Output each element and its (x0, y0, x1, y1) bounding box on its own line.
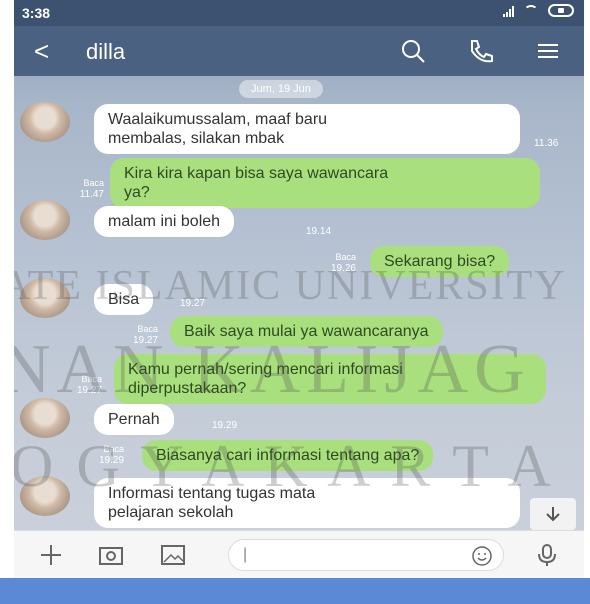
read-receipt: Baca (137, 324, 158, 334)
search-icon[interactable] (399, 37, 427, 65)
emoji-icon[interactable] (471, 545, 493, 567)
message-text: Baik saya mulai ya wawancaranya (184, 323, 429, 340)
plus-icon[interactable] (38, 543, 64, 567)
message-time: 11.47 (79, 189, 104, 200)
phone-icon[interactable] (466, 37, 494, 65)
message-text: Informasi tentang tugas mata (108, 485, 316, 502)
avatar[interactable] (20, 278, 70, 318)
message-time: 19.14 (306, 226, 332, 237)
message-bubble-incoming[interactable]: Informasi tentang tugas mata pelajaran s… (94, 478, 520, 528)
message-text: Kira kira kapan bisa saya wawancara (124, 165, 389, 182)
message-bubble-incoming[interactable]: Pernah (94, 404, 174, 435)
arrow-down-icon (546, 507, 560, 522)
message-time: 19.29 (98, 455, 124, 466)
contact-name[interactable]: dilla (86, 39, 125, 65)
message-meta: Baca 19.29 (84, 444, 124, 466)
read-receipt: Baca (335, 252, 356, 262)
message-time: 19.27 (132, 335, 158, 346)
avatar[interactable] (20, 398, 70, 438)
image-icon[interactable] (160, 543, 186, 567)
microphone-icon[interactable] (534, 543, 560, 567)
signal-icon (503, 5, 514, 17)
message-text: membalas, silakan mbak (108, 130, 285, 147)
chat-header: < dilla (14, 26, 584, 76)
message-composer: | (14, 530, 584, 578)
input-caret: | (243, 546, 248, 563)
message-text: Bisa (108, 291, 140, 308)
message-time: 19.27 (180, 298, 206, 309)
message-bubble-outgoing[interactable]: Kira kira kapan bisa saya wawancara ya? (110, 158, 540, 208)
scroll-to-bottom-button[interactable] (530, 498, 576, 530)
message-bubble-incoming[interactable]: Waalaikumussalam, maaf baru membalas, si… (94, 104, 520, 154)
message-text: Kamu pernah/sering mencari informasi (128, 361, 403, 378)
message-meta: Baca 19.27 (118, 324, 158, 346)
message-bubble-outgoing[interactable]: Kamu pernah/sering mencari informasi dip… (114, 354, 546, 404)
message-text: Sekarang bisa? (384, 253, 496, 270)
camera-icon[interactable] (98, 543, 124, 567)
read-receipt: Baca (81, 374, 102, 384)
wifi-icon (524, 4, 538, 17)
date-separator: Jum, 19 Jun (239, 80, 323, 98)
message-text: Pernah (108, 411, 160, 428)
message-time: 19.27 (76, 385, 102, 396)
message-bubble-incoming[interactable]: malam ini boleh (94, 206, 235, 237)
avatar[interactable] (20, 102, 70, 142)
message-meta: Baca 19.27 (62, 374, 102, 396)
back-button[interactable]: < (34, 36, 49, 67)
message-text: ya? (124, 184, 150, 201)
message-text: malam ini boleh (108, 213, 221, 230)
message-input[interactable]: | (228, 539, 504, 571)
message-bubble-outgoing[interactable]: Baik saya mulai ya wawancaranya (170, 316, 443, 347)
status-bar: 3:38 (14, 0, 584, 26)
avatar[interactable] (20, 200, 70, 240)
phone-screen: 3:38 < dilla Jum, 19 Jun Waalaikumussala… (14, 0, 584, 578)
status-time: 3:38 (22, 5, 51, 21)
message-meta: Baca 11.47 (64, 178, 104, 200)
message-time: 19.26 (330, 263, 356, 274)
read-receipt: Baca (83, 178, 104, 188)
message-text: Waalaikumussalam, maaf baru (108, 111, 328, 128)
message-text: Biasanya cari informasi tentang apa? (156, 447, 420, 464)
status-icons (503, 4, 574, 17)
bottom-bar (0, 578, 590, 604)
message-text: pelajaran sekolah (108, 504, 234, 521)
menu-icon[interactable] (534, 37, 562, 65)
battery-icon (548, 4, 574, 17)
message-meta: Baca 19.26 (316, 252, 356, 274)
message-bubble-outgoing[interactable]: Sekarang bisa? (370, 246, 510, 277)
message-time: 11.36 (534, 138, 559, 149)
message-bubble-incoming[interactable]: Bisa (94, 284, 154, 315)
message-time: 19.29 (212, 420, 238, 431)
message-bubble-outgoing[interactable]: Biasanya cari informasi tentang apa? (142, 440, 434, 471)
message-text: diperpustakaan? (128, 380, 247, 397)
avatar[interactable] (20, 476, 70, 516)
read-receipt: Baca (103, 444, 124, 454)
